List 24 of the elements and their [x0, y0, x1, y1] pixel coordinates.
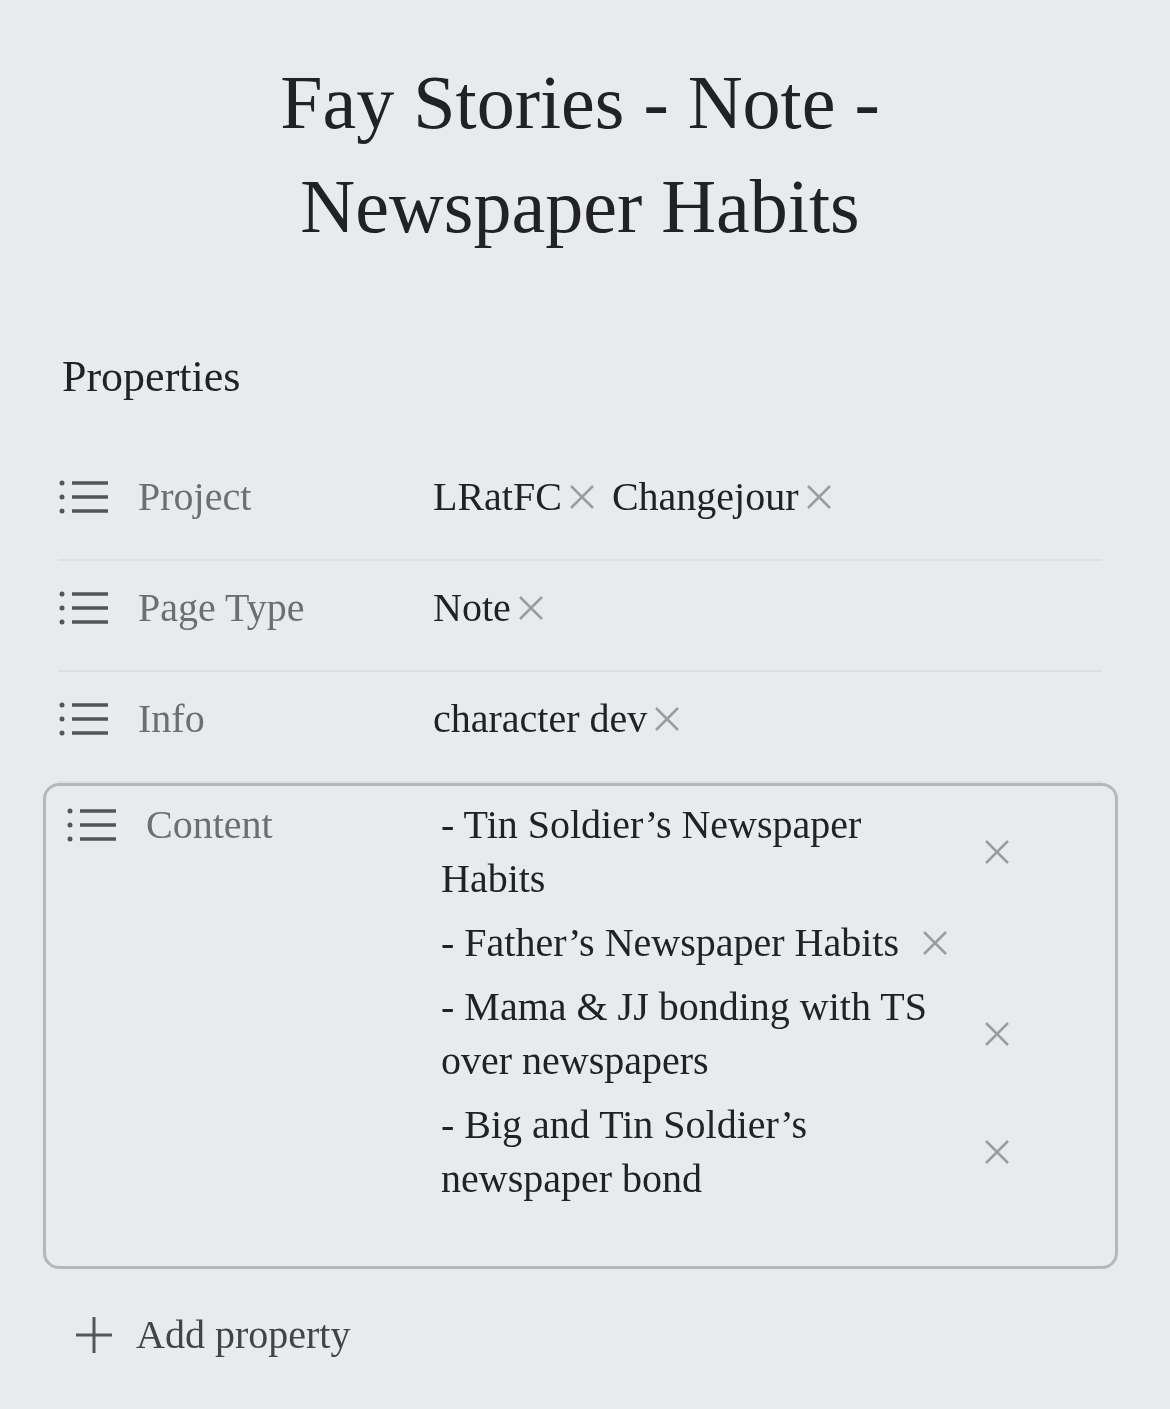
close-icon[interactable] — [653, 705, 682, 733]
page-title: Fay Stories - Note - Newspaper Habits — [279, 59, 881, 250]
property-label: Content — [146, 801, 273, 849]
tag-label: Changejour — [611, 473, 799, 521]
list-entry: - Big and Tin Soldier’s newspaper bond — [441, 1101, 808, 1203]
tag-label: LRatFC — [433, 473, 562, 521]
close-icon[interactable] — [921, 929, 950, 957]
property-label: Info — [138, 695, 205, 743]
close-icon[interactable] — [804, 483, 833, 511]
property-label: Project — [138, 473, 252, 521]
plus-icon — [74, 1315, 114, 1355]
tag-label: Note — [433, 584, 511, 632]
close-icon[interactable] — [516, 594, 545, 622]
close-icon[interactable] — [983, 1020, 1011, 1048]
close-icon[interactable] — [983, 838, 1011, 866]
tag-label: character dev — [433, 695, 648, 743]
list-entry: - Tin Soldier’s Newspaper Habits — [441, 801, 863, 903]
close-icon[interactable] — [983, 1138, 1011, 1166]
add-property-button[interactable]: Add property — [74, 1305, 351, 1365]
property-label: Page Type — [138, 584, 305, 632]
list-entry: - Father’s Newspaper Habits — [441, 919, 900, 967]
list-entry: - Mama & JJ bonding with TS over newspapers — [441, 983, 928, 1085]
section-heading: Properties — [62, 351, 241, 403]
close-icon[interactable] — [567, 483, 596, 511]
